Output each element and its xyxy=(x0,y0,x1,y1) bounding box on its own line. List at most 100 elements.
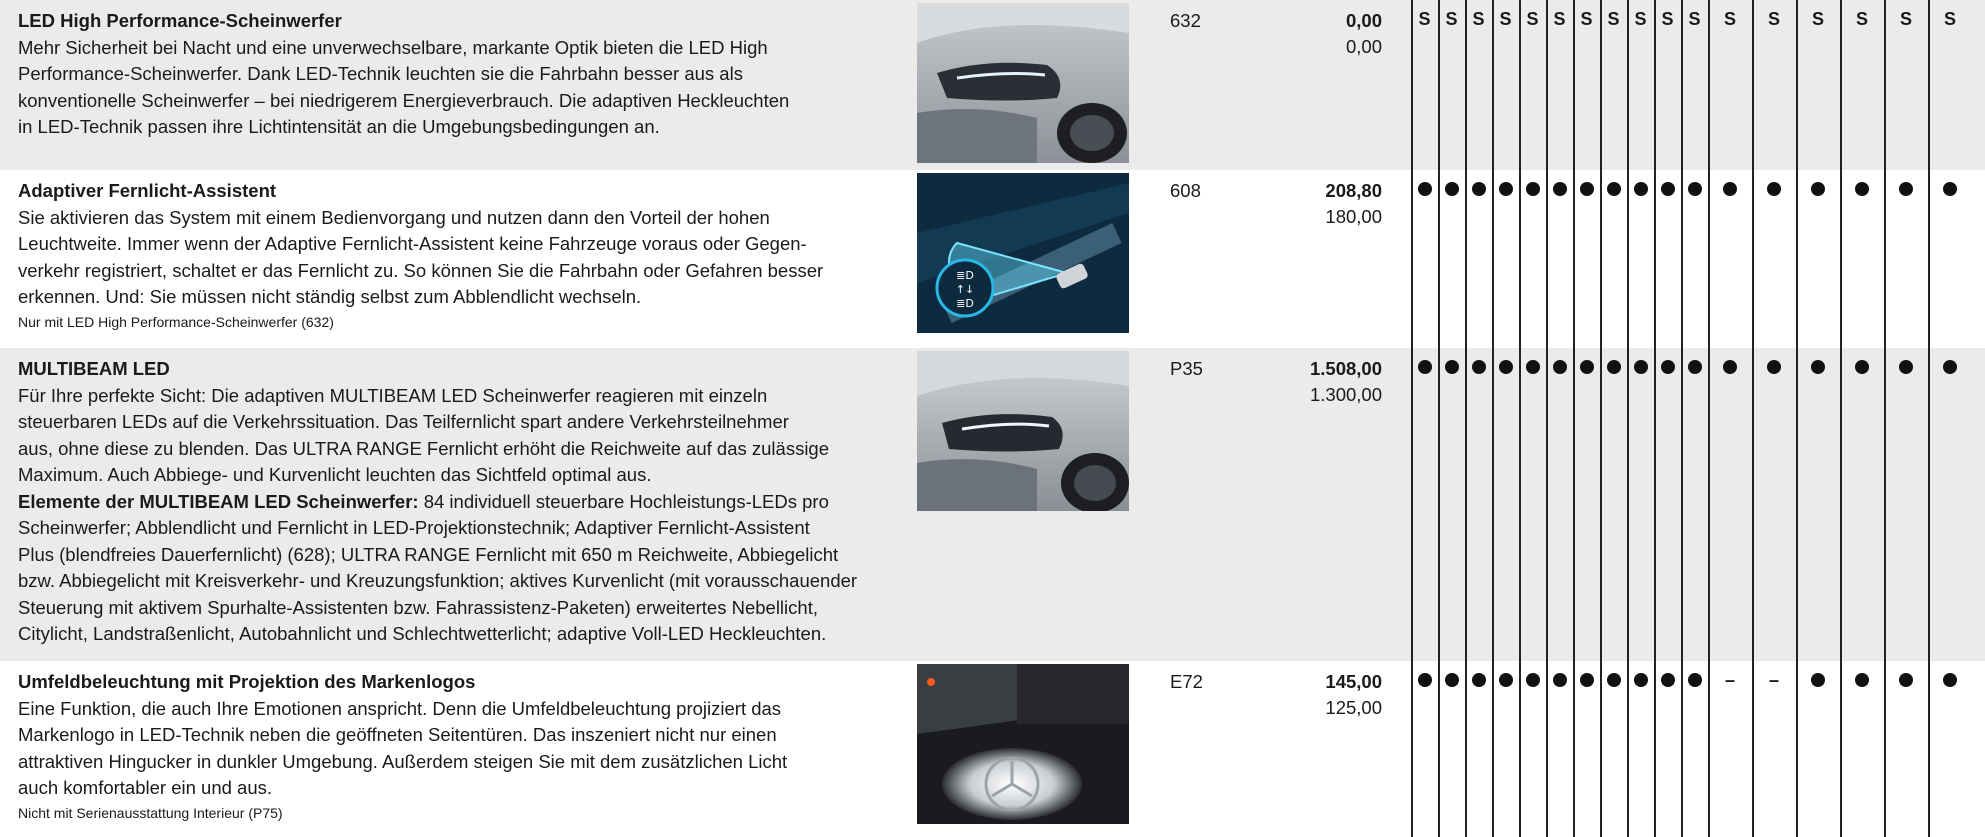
standard-available-dot-icon xyxy=(1411,667,1438,693)
filled-dot-icon xyxy=(1579,359,1594,374)
filled-dot-icon xyxy=(1687,672,1702,687)
filled-dot-icon xyxy=(1660,672,1675,687)
standard-equipment-mark: S xyxy=(1607,9,1620,29)
table-row: Adaptiver Fernlicht-Assistent Sie aktivi… xyxy=(0,170,1985,348)
table-row: Umfeldbeleuchtung mit Projektion des Mar… xyxy=(0,661,1985,837)
filled-dot-icon xyxy=(1552,359,1567,374)
filled-dot-icon xyxy=(1633,181,1648,196)
standard-equipment-mark: S xyxy=(1634,9,1647,29)
standard-available-dot-icon xyxy=(1681,176,1708,202)
filled-dot-icon xyxy=(1767,181,1781,196)
standard-available-dot-icon xyxy=(1928,354,1972,380)
standard-available-dot-icon xyxy=(1411,176,1438,202)
filled-dot-icon xyxy=(1471,672,1486,687)
filled-dot-icon xyxy=(1687,359,1702,374)
filled-dot-icon xyxy=(1687,181,1702,196)
standard-equipment-mark: S xyxy=(1855,9,1868,29)
standard-available-dot-icon xyxy=(1884,667,1928,693)
filled-dot-icon xyxy=(1660,359,1675,374)
standard-available-dot-icon xyxy=(1928,176,1972,202)
standard-available-dot-icon xyxy=(1600,354,1627,380)
standard-available-dot-icon xyxy=(1438,176,1465,202)
filled-dot-icon xyxy=(1471,359,1486,374)
filled-dot-icon xyxy=(1417,672,1432,687)
filled-dot-icon xyxy=(1633,672,1648,687)
availability-cells: SSSSSSSSSSSSSSSSS xyxy=(0,0,1985,170)
filled-dot-icon xyxy=(1606,181,1621,196)
filled-dot-icon xyxy=(1525,672,1540,687)
standard-available-dot-icon xyxy=(1654,354,1681,380)
standard-available-dot-icon xyxy=(1573,667,1600,693)
standard-available-dot-icon xyxy=(1411,354,1438,380)
filled-dot-icon xyxy=(1444,359,1459,374)
standard-available-dot-icon xyxy=(1519,176,1546,202)
filled-dot-icon xyxy=(1633,359,1648,374)
standard-available-dot-icon xyxy=(1546,176,1573,202)
standard-available-dot-icon xyxy=(1600,667,1627,693)
availability-cells: – – xyxy=(0,661,1985,837)
standard-available-dot-icon xyxy=(1546,354,1573,380)
filled-dot-icon xyxy=(1767,359,1781,374)
standard-available-dot-icon xyxy=(1438,667,1465,693)
standard-available-dot-icon xyxy=(1492,176,1519,202)
table-row: LED High Performance-Scheinwerfer Mehr S… xyxy=(0,0,1985,170)
standard-available-dot-icon xyxy=(1627,667,1654,693)
standard-available-dot-icon xyxy=(1519,354,1546,380)
filled-dot-icon xyxy=(1417,359,1432,374)
filled-dot-icon xyxy=(1943,181,1957,196)
standard-available-dot-icon xyxy=(1627,176,1654,202)
standard-equipment-mark: S xyxy=(1553,9,1566,29)
filled-dot-icon xyxy=(1579,672,1594,687)
filled-dot-icon xyxy=(1606,359,1621,374)
standard-available-dot-icon xyxy=(1465,354,1492,380)
standard-equipment-mark: S xyxy=(1418,9,1431,29)
standard-equipment-mark: S xyxy=(1688,9,1701,29)
standard-available-dot-icon xyxy=(1573,176,1600,202)
filled-dot-icon xyxy=(1525,359,1540,374)
standard-available-dot-icon xyxy=(1654,667,1681,693)
standard-available-dot-icon xyxy=(1465,176,1492,202)
filled-dot-icon xyxy=(1498,359,1513,374)
availability-cells xyxy=(0,170,1985,348)
standard-available-dot-icon xyxy=(1708,354,1752,380)
standard-available-dot-icon xyxy=(1884,176,1928,202)
standard-available-dot-icon xyxy=(1681,354,1708,380)
standard-equipment-mark: S xyxy=(1499,9,1512,29)
filled-dot-icon xyxy=(1660,181,1675,196)
filled-dot-icon xyxy=(1811,181,1825,196)
standard-equipment-mark: S xyxy=(1943,9,1956,29)
filled-dot-icon xyxy=(1899,672,1913,687)
availability-cells xyxy=(0,348,1985,661)
standard-available-dot-icon xyxy=(1546,667,1573,693)
standard-available-dot-icon xyxy=(1796,176,1840,202)
filled-dot-icon xyxy=(1498,672,1513,687)
not-available-mark: – xyxy=(1724,670,1735,690)
filled-dot-icon xyxy=(1498,181,1513,196)
standard-equipment-mark: S xyxy=(1526,9,1539,29)
standard-equipment-mark: S xyxy=(1661,9,1674,29)
filled-dot-icon xyxy=(1899,181,1913,196)
standard-available-dot-icon xyxy=(1465,667,1492,693)
filled-dot-icon xyxy=(1855,359,1869,374)
standard-available-dot-icon xyxy=(1752,176,1796,202)
standard-available-dot-icon xyxy=(1840,354,1884,380)
standard-equipment-mark: S xyxy=(1811,9,1824,29)
standard-available-dot-icon xyxy=(1627,354,1654,380)
standard-available-dot-icon xyxy=(1492,354,1519,380)
standard-available-dot-icon xyxy=(1708,176,1752,202)
filled-dot-icon xyxy=(1417,181,1432,196)
filled-dot-icon xyxy=(1811,672,1825,687)
filled-dot-icon xyxy=(1723,181,1737,196)
standard-available-dot-icon xyxy=(1840,667,1884,693)
table-row: MULTIBEAM LED Für Ihre perfekte Sicht: D… xyxy=(0,348,1985,661)
standard-available-dot-icon xyxy=(1438,354,1465,380)
standard-available-dot-icon xyxy=(1573,354,1600,380)
standard-equipment-mark: S xyxy=(1899,9,1912,29)
filled-dot-icon xyxy=(1943,672,1957,687)
standard-available-dot-icon xyxy=(1492,667,1519,693)
equipment-price-table: LED High Performance-Scheinwerfer Mehr S… xyxy=(0,0,1985,837)
filled-dot-icon xyxy=(1855,181,1869,196)
standard-equipment-mark: S xyxy=(1580,9,1593,29)
standard-available-dot-icon xyxy=(1840,176,1884,202)
filled-dot-icon xyxy=(1444,672,1459,687)
